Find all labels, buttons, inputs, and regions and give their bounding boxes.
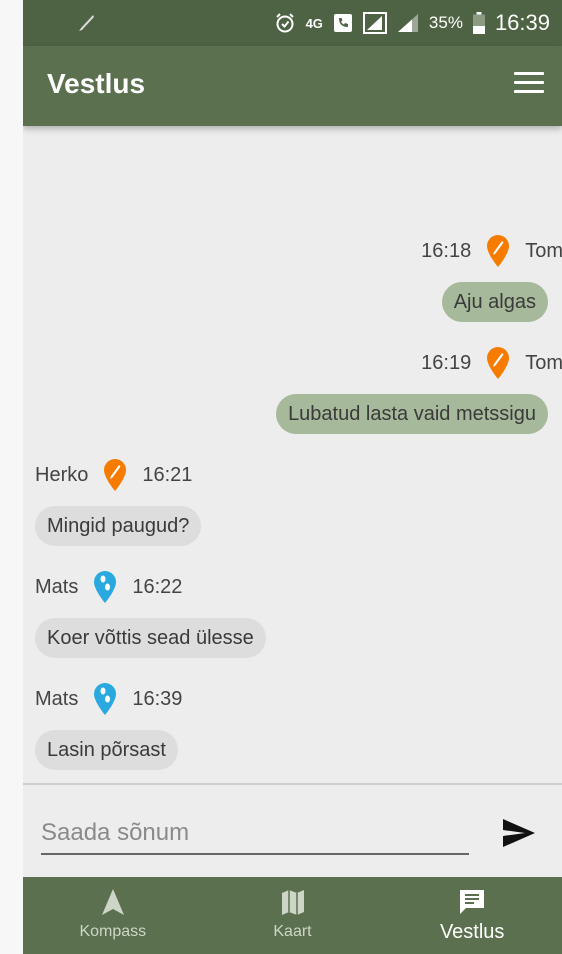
user-location-pin-icon [487, 347, 510, 379]
battery-percentage: 35% [428, 13, 463, 32]
call-icon [333, 14, 352, 32]
user-location-pin-icon [487, 235, 510, 267]
message-meta: 16:19 Tom [421, 346, 562, 380]
send-button[interactable] [501, 815, 537, 851]
message-meta: Herko 16:21 [35, 458, 192, 492]
message-time: 16:18 [421, 239, 472, 262]
dog-location-pin-icon [94, 571, 117, 603]
menu-button[interactable] [514, 72, 544, 96]
message-sender: Mats [35, 575, 79, 598]
message-list[interactable]: 16:18 Tom Aju algas 16:19 Tom Lubatud la… [23, 126, 562, 782]
map-icon [281, 890, 304, 915]
hamburger-menu-icon [514, 72, 544, 75]
nav-item-kaart[interactable]: Kaart [203, 877, 383, 954]
network-type-icon: 4G [305, 15, 323, 31]
navigation-arrow-icon [101, 889, 124, 915]
nav-label: Kaart [273, 923, 312, 940]
app-notification-icon [79, 15, 94, 31]
dog-location-pin-icon [94, 683, 117, 715]
message-meta: 16:18 Tom [421, 234, 562, 268]
message-meta: Mats 16:39 [35, 682, 182, 716]
signal-strength-icon [397, 14, 418, 32]
alarm-icon [275, 13, 294, 33]
battery-icon [472, 12, 485, 34]
clock: 16:39 [494, 10, 550, 35]
nav-label: Kompass [79, 923, 147, 940]
signal-icon [362, 12, 387, 34]
user-location-pin-icon [104, 459, 127, 491]
message-time: 16:19 [421, 351, 472, 374]
message-meta: Mats 16:22 [35, 570, 182, 604]
message-sender: Tom [525, 239, 562, 262]
message-bubble[interactable]: Aju algas [441, 282, 548, 322]
message-bubble[interactable]: Lasin põrsast [35, 730, 178, 770]
chat-icon [460, 890, 485, 914]
message-sender: Tom [525, 351, 562, 374]
message-sender: Mats [35, 687, 79, 710]
message-time: 16:39 [132, 687, 183, 710]
message-time: 16:22 [132, 575, 183, 598]
message-input[interactable] [41, 813, 469, 855]
message-bubble[interactable]: Mingid paugud? [35, 506, 202, 546]
status-icons: 4G 35% 16:39 [274, 0, 550, 46]
message-sender: Herko [35, 463, 89, 486]
phone-screen: 4G 35% 16:39 Vestlus 16:18 Tom Aju algas… [23, 0, 562, 954]
bottom-navigation: Kompass Kaart Vestlus [23, 877, 562, 954]
message-time: 16:21 [142, 463, 193, 486]
nav-item-vestlus[interactable]: Vestlus [382, 877, 562, 954]
nav-label: Vestlus [439, 921, 505, 943]
nav-item-kompass[interactable]: Kompass [23, 877, 203, 954]
message-bubble[interactable]: Koer võttis sead ülesse [35, 618, 266, 658]
message-composer [23, 785, 562, 877]
status-bar: 4G 35% 16:39 [23, 0, 562, 46]
app-bar: Vestlus [23, 46, 562, 126]
message-bubble[interactable]: Lubatud lasta vaid metssigu [276, 394, 548, 434]
page-title: Vestlus [47, 68, 146, 99]
